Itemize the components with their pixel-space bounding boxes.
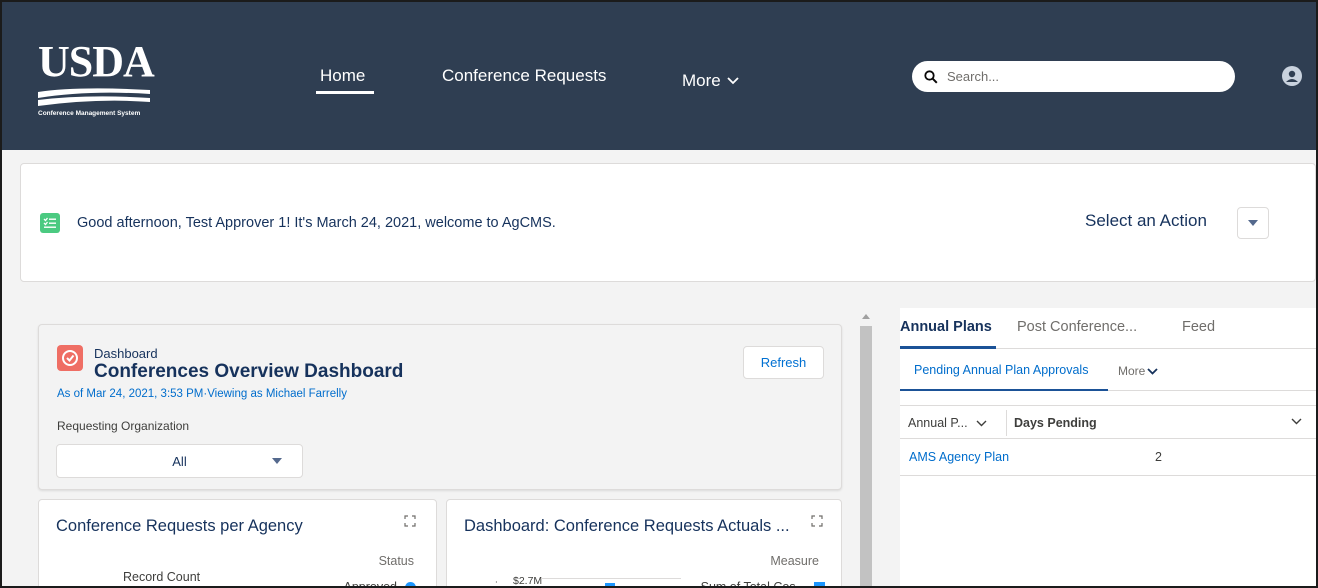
filter-label: Requesting Organization bbox=[57, 419, 190, 433]
axis-marker: : bbox=[495, 579, 498, 588]
days-pending-value: 2 bbox=[1155, 450, 1162, 464]
dashboard-kicker: Dashboard bbox=[94, 346, 158, 361]
nav-home[interactable]: Home bbox=[316, 66, 374, 96]
legend-item-approved[interactable]: Approved bbox=[343, 580, 416, 588]
global-search[interactable] bbox=[912, 61, 1235, 92]
tab-label: Feed bbox=[1182, 319, 1216, 335]
axis-title: Record Count bbox=[123, 570, 201, 584]
expand-icon[interactable] bbox=[811, 515, 823, 527]
chevron-down-icon[interactable] bbox=[1291, 418, 1302, 425]
dashboard-column: Dashboard Conferences Overview Dashboard… bbox=[20, 298, 858, 588]
legend-label: Approved bbox=[343, 580, 397, 588]
dashboard-as-of[interactable]: As of Mar 24, 2021, 3:53 PM·Viewing as M… bbox=[57, 388, 347, 400]
table-header: Annual P... Days Pending bbox=[900, 405, 1316, 439]
search-icon bbox=[924, 69, 938, 84]
caret-down-icon bbox=[272, 458, 282, 464]
select-action-button[interactable] bbox=[1237, 207, 1269, 239]
scroll-up-icon[interactable] bbox=[862, 314, 870, 319]
tab-active-indicator bbox=[900, 346, 996, 349]
subtab-more-label: More bbox=[1118, 364, 1146, 378]
column-header-annual-plan[interactable]: Annual P... bbox=[908, 416, 987, 430]
person-icon bbox=[1286, 70, 1298, 82]
refresh-button[interactable]: Refresh bbox=[743, 346, 824, 379]
legend-swatch bbox=[405, 581, 416, 586]
logo-wordmark: USDA bbox=[38, 37, 155, 86]
nav-active-indicator bbox=[316, 91, 374, 94]
user-avatar-icon[interactable] bbox=[1282, 66, 1302, 86]
requesting-organization-select[interactable]: All bbox=[56, 444, 303, 478]
chevron-down-icon bbox=[727, 77, 739, 85]
caret-down-icon bbox=[1248, 220, 1258, 226]
subtab-more[interactable]: More bbox=[1118, 364, 1158, 378]
tab-label: Annual Plans bbox=[900, 319, 992, 335]
nav-more[interactable]: More bbox=[682, 66, 739, 96]
column-label: Annual P... bbox=[908, 416, 968, 430]
chart-card-requests-actuals: Dashboard: Conference Requests Actuals .… bbox=[446, 499, 842, 588]
tab-annual-plans[interactable]: Annual Plans bbox=[900, 319, 996, 349]
chevron-down-icon[interactable] bbox=[976, 420, 987, 427]
global-header: USDA Conference Management System Home C… bbox=[2, 2, 1316, 150]
legend-title: Measure bbox=[770, 554, 819, 568]
usda-logo[interactable]: USDA Conference Management System bbox=[38, 37, 155, 120]
card-title: Conference Requests per Agency bbox=[56, 517, 303, 535]
legend-title: Status bbox=[378, 554, 414, 568]
legend-swatch bbox=[814, 581, 825, 586]
chart-card-requests-per-agency: Conference Requests per Agency Status Re… bbox=[38, 499, 437, 588]
subtab-active-indicator bbox=[900, 389, 1108, 391]
search-input[interactable] bbox=[947, 69, 1217, 84]
gridline bbox=[541, 578, 681, 579]
right-panel: Annual Plans Post Conference... Feed Pen… bbox=[900, 308, 1316, 586]
nav-home-label: Home bbox=[320, 66, 366, 85]
nav-conference-requests[interactable]: Conference Requests bbox=[442, 66, 606, 96]
greeting-text: Good afternoon, Test Approver 1! It's Ma… bbox=[77, 215, 556, 231]
annual-plan-link[interactable]: AMS Agency Plan bbox=[909, 450, 1009, 464]
subtab-pending-approvals[interactable]: Pending Annual Plan Approvals bbox=[900, 363, 1108, 391]
dashboard-title: Conferences Overview Dashboard bbox=[94, 361, 404, 382]
tab-feed[interactable]: Feed bbox=[1182, 319, 1215, 335]
y-tick-label: $2.7M bbox=[513, 575, 543, 587]
filter-value: All bbox=[172, 453, 187, 469]
nav-more-label: More bbox=[682, 71, 721, 90]
panel-tabs: Annual Plans Post Conference... Feed bbox=[900, 308, 1316, 349]
subtab-label: Pending Annual Plan Approvals bbox=[914, 363, 1089, 377]
logo-swoosh-icon bbox=[38, 88, 150, 106]
table-row: AMS Agency Plan 2 bbox=[900, 439, 1316, 476]
welcome-banner: Good afternoon, Test Approver 1! It's Ma… bbox=[20, 163, 1316, 282]
legend-item-total-cost[interactable]: Sum of Total Cos... bbox=[700, 580, 825, 588]
nav-conference-requests-label: Conference Requests bbox=[442, 66, 607, 85]
select-action-label: Select an Action bbox=[1085, 211, 1207, 230]
dashboard-gauge-icon bbox=[57, 345, 83, 371]
legend-label: Sum of Total Cos... bbox=[700, 580, 806, 588]
chevron-down-icon bbox=[1147, 367, 1158, 375]
column-divider[interactable] bbox=[1006, 410, 1007, 436]
panel-subtabs: Pending Annual Plan Approvals More bbox=[900, 350, 1316, 391]
logo-subtitle: Conference Management System bbox=[38, 110, 141, 117]
app-frame: USDA Conference Management System Home C… bbox=[0, 0, 1318, 588]
expand-icon[interactable] bbox=[404, 515, 416, 527]
dashboard-header: Dashboard Conferences Overview Dashboard… bbox=[38, 324, 842, 490]
chart-bar[interactable] bbox=[605, 583, 615, 586]
tab-post-conference[interactable]: Post Conference... bbox=[1017, 319, 1137, 335]
card-title: Dashboard: Conference Requests Actuals .… bbox=[464, 517, 790, 535]
scroll-thumb[interactable] bbox=[860, 326, 872, 586]
checklist-icon bbox=[40, 213, 60, 233]
column-header-days-pending[interactable]: Days Pending bbox=[1014, 416, 1097, 430]
tab-label: Post Conference... bbox=[1017, 319, 1138, 335]
dashboard-scrollbar[interactable] bbox=[858, 308, 874, 586]
